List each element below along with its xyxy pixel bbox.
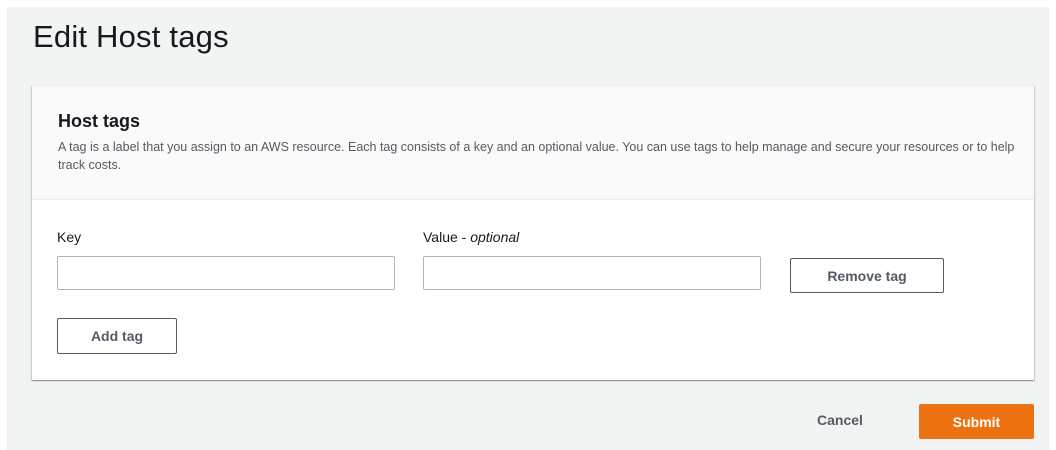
tag-key-input[interactable]	[57, 256, 395, 290]
value-label: Value - optional	[423, 229, 519, 245]
section-title: Host tags	[58, 111, 141, 131]
tag-value-input[interactable]	[423, 256, 761, 290]
section-description: A tag is a label that you assign to an A…	[58, 140, 1015, 172]
value-label-optional: optional	[470, 229, 520, 245]
submit-button[interactable]: Submit	[919, 404, 1034, 439]
form-actions: Cancel Submit	[7, 397, 1049, 439]
value-label-text: Value -	[423, 229, 471, 245]
host-tags-container: Host tags A tag is a label that you assi…	[32, 85, 1034, 380]
remove-tag-button[interactable]: Remove tag	[790, 258, 944, 293]
page-title: Edit Host tags	[33, 19, 229, 54]
key-label: Key	[57, 229, 82, 245]
host-tags-header: Host tags A tag is a label that you assi…	[32, 86, 1034, 200]
cancel-button[interactable]: Cancel	[797, 404, 883, 436]
add-tag-button[interactable]: Add tag	[57, 318, 177, 354]
edit-host-tags-page: Edit Host tags Host tags A tag is a labe…	[7, 7, 1049, 450]
